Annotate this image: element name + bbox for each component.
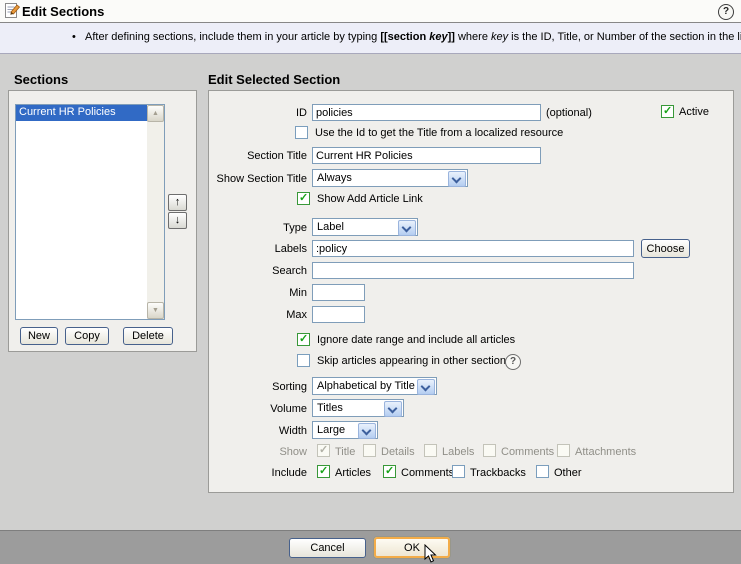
skip-articles-label: Skip articles appearing in other section… bbox=[317, 355, 511, 367]
show-attachments-label: Attachments bbox=[575, 446, 636, 458]
notice-bar: • After defining sections, include them … bbox=[0, 23, 741, 54]
type-label: Type bbox=[208, 222, 307, 234]
help-icon[interactable]: ? bbox=[718, 4, 734, 20]
chevron-down-icon[interactable] bbox=[358, 423, 376, 439]
width-select[interactable]: Large bbox=[312, 421, 378, 439]
show-add-article-link-label: Show Add Article Link bbox=[317, 193, 423, 205]
include-trackbacks-label: Trackbacks bbox=[470, 467, 526, 479]
optional-hint: (optional) bbox=[546, 107, 592, 119]
chevron-down-icon[interactable] bbox=[398, 220, 416, 236]
cancel-button[interactable]: Cancel bbox=[289, 538, 366, 558]
labels-label: Labels bbox=[208, 243, 307, 255]
ignore-date-range-checkbox[interactable] bbox=[297, 333, 310, 346]
localized-checkbox[interactable] bbox=[295, 126, 308, 139]
include-row-label: Include bbox=[208, 467, 307, 479]
edit-section-heading: Edit Selected Section bbox=[208, 72, 340, 87]
bullet-icon: • bbox=[72, 31, 76, 43]
chevron-down-icon[interactable] bbox=[384, 401, 402, 417]
show-section-title-select[interactable]: Always bbox=[312, 169, 468, 187]
show-comments-checkbox bbox=[483, 444, 496, 457]
type-select[interactable]: Label bbox=[312, 218, 418, 236]
min-input[interactable] bbox=[312, 284, 365, 301]
section-title-input[interactable] bbox=[312, 147, 541, 164]
section-title-label: Section Title bbox=[208, 150, 307, 162]
notice-text: After defining sections, include them in… bbox=[85, 31, 741, 43]
min-label: Min bbox=[208, 287, 307, 299]
new-button[interactable]: New bbox=[20, 327, 58, 345]
show-details-checkbox bbox=[363, 444, 376, 457]
active-label: Active bbox=[679, 106, 709, 118]
scroll-up-icon[interactable]: ▲ bbox=[147, 105, 164, 122]
active-checkbox[interactable] bbox=[661, 105, 674, 118]
footer-bar bbox=[0, 530, 741, 564]
move-up-button[interactable]: ↑ bbox=[168, 194, 187, 211]
sections-heading: Sections bbox=[14, 72, 68, 87]
chevron-down-icon[interactable] bbox=[448, 171, 466, 187]
choose-button[interactable]: Choose bbox=[641, 239, 690, 258]
show-labels-label: Labels bbox=[442, 446, 474, 458]
width-label: Width bbox=[208, 425, 307, 437]
include-other-checkbox[interactable] bbox=[536, 465, 549, 478]
ok-button[interactable]: OK bbox=[373, 536, 451, 559]
search-input[interactable] bbox=[312, 262, 634, 279]
sorting-select[interactable]: Alphabetical by Title bbox=[312, 377, 437, 395]
ignore-date-range-label: Ignore date range and include all articl… bbox=[317, 334, 515, 346]
include-articles-label: Articles bbox=[335, 467, 371, 479]
id-input[interactable] bbox=[312, 104, 541, 121]
labels-input[interactable] bbox=[312, 240, 634, 257]
include-trackbacks-checkbox[interactable] bbox=[452, 465, 465, 478]
search-label: Search bbox=[208, 265, 307, 277]
help-icon[interactable]: ? bbox=[505, 354, 521, 370]
max-label: Max bbox=[208, 309, 307, 321]
show-row-label: Show bbox=[208, 446, 307, 458]
list-item[interactable]: Current HR Policies bbox=[16, 105, 147, 121]
show-title-label: Title bbox=[335, 446, 355, 458]
skip-articles-checkbox[interactable] bbox=[297, 354, 310, 367]
show-attachments-checkbox bbox=[557, 444, 570, 457]
volume-label: Volume bbox=[208, 403, 307, 415]
show-comments-label: Comments bbox=[501, 446, 554, 458]
show-add-article-link-checkbox[interactable] bbox=[297, 192, 310, 205]
title-bar: Edit Sections ? bbox=[0, 0, 741, 23]
show-labels-checkbox bbox=[424, 444, 437, 457]
show-details-label: Details bbox=[381, 446, 415, 458]
move-down-button[interactable]: ↓ bbox=[168, 212, 187, 229]
page-title: Edit Sections bbox=[22, 4, 104, 19]
edit-page-icon bbox=[4, 2, 22, 20]
sorting-label: Sorting bbox=[208, 381, 307, 393]
scroll-down-icon[interactable]: ▼ bbox=[147, 302, 164, 319]
volume-select[interactable]: Titles bbox=[312, 399, 404, 417]
localized-label: Use the Id to get the Title from a local… bbox=[315, 127, 563, 139]
sections-listbox[interactable]: Current HR Policies ▲ ▼ bbox=[15, 104, 165, 320]
include-other-label: Other bbox=[554, 467, 582, 479]
show-title-checkbox bbox=[317, 444, 330, 457]
id-label: ID bbox=[208, 107, 307, 119]
edit-sections-dialog: Edit Sections ? • After defining section… bbox=[0, 0, 741, 564]
delete-button[interactable]: Delete bbox=[123, 327, 173, 345]
copy-button[interactable]: Copy bbox=[65, 327, 109, 345]
show-section-title-label: Show Section Title bbox=[208, 173, 307, 185]
chevron-down-icon[interactable] bbox=[417, 379, 435, 395]
max-input[interactable] bbox=[312, 306, 365, 323]
listbox-scrollbar[interactable]: ▲ ▼ bbox=[147, 105, 164, 319]
include-articles-checkbox[interactable] bbox=[317, 465, 330, 478]
include-comments-checkbox[interactable] bbox=[383, 465, 396, 478]
include-comments-label: Comments bbox=[401, 467, 454, 479]
